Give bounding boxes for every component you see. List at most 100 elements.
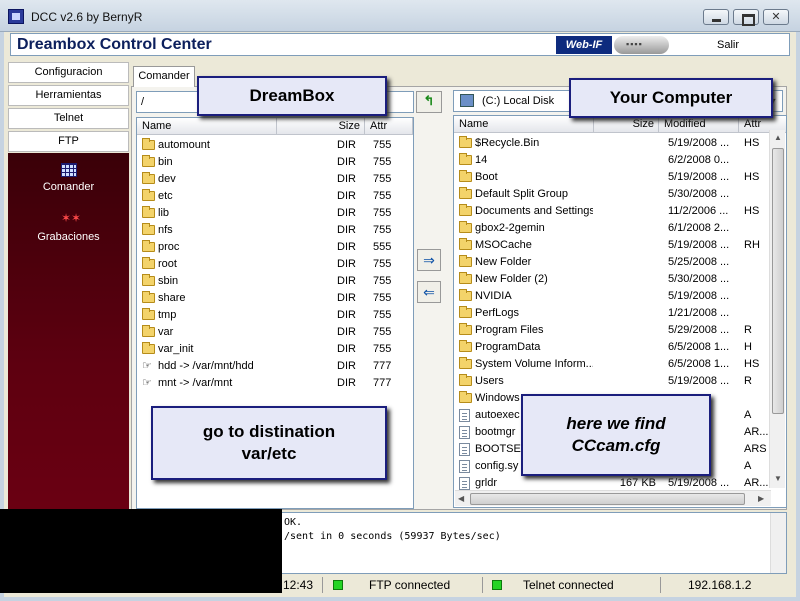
file-row[interactable]: lib DIR 755 [137, 205, 413, 222]
horizontal-scroll-thumb[interactable] [470, 493, 745, 505]
cell-size: DIR [337, 343, 356, 355]
file-row[interactable]: Program Files 5/29/2008 ... R [454, 322, 786, 339]
column-header-name[interactable]: Name [454, 116, 594, 133]
cell-attr: 755 [373, 326, 392, 338]
window-title: DCC v2.6 by BernyR [31, 10, 143, 24]
menu-telnet[interactable]: Telnet [8, 108, 129, 129]
cell-modified: 5/19/2008 ... [668, 375, 730, 387]
scroll-down-icon[interactable]: ▼ [774, 474, 782, 483]
menu-configuracion[interactable]: Configuracion [8, 62, 129, 83]
column-header-name[interactable]: Name [137, 118, 277, 135]
webif-button[interactable]: Web-IF [556, 36, 612, 54]
file-row[interactable]: New Folder (2) 5/30/2008 ... [454, 271, 786, 288]
remote-path: / [141, 96, 145, 108]
vertical-scroll-thumb[interactable] [772, 148, 784, 414]
cell-modified: 5/25/2008 ... [668, 256, 730, 268]
nav-comander[interactable]: Comander [8, 181, 129, 193]
file-row[interactable]: Boot 5/19/2008 ... HS [454, 169, 786, 186]
drive-label: (C:) Local Disk [482, 95, 555, 107]
cell-attr: 755 [373, 292, 392, 304]
file-row[interactable]: Default Split Group 5/30/2008 ... [454, 186, 786, 203]
menu-ftp[interactable]: FTP [8, 131, 129, 152]
file-row[interactable]: proc DIR 555 [137, 239, 413, 256]
column-header-modified[interactable]: Modified [659, 116, 739, 133]
cell-name: lib [158, 207, 170, 219]
cell-attr: 755 [373, 275, 392, 287]
cell-name: mnt -> /var/mnt [158, 377, 233, 389]
file-row[interactable]: var DIR 755 [137, 324, 413, 341]
cell-size: DIR [337, 309, 356, 321]
exit-button[interactable]: Salir [717, 39, 739, 51]
file-row[interactable]: ProgramData 6/5/2008 1... H [454, 339, 786, 356]
copy-to-dreambox-button[interactable]: ⇐ [417, 281, 441, 303]
menu-herramientas[interactable]: Herramientas [8, 85, 129, 106]
telnet-status-led [492, 580, 502, 590]
file-row[interactable]: nfs DIR 755 [137, 222, 413, 239]
file-row[interactable]: sbin DIR 755 [137, 273, 413, 290]
parent-directory-button[interactable]: ↰ [416, 91, 442, 113]
cell-name: hdd -> /var/mnt/hdd [158, 360, 254, 372]
cell-name: tmp [158, 309, 177, 321]
cell-name: var_init [158, 343, 194, 355]
folder-icon [142, 206, 155, 218]
file-row[interactable]: 14 6/2/2008 0... [454, 152, 786, 169]
file-row[interactable]: MSOCache 5/19/2008 ... RH [454, 237, 786, 254]
close-button[interactable] [763, 9, 789, 25]
cell-attr: 755 [373, 309, 392, 321]
table-icon[interactable] [61, 163, 77, 177]
scroll-up-icon[interactable]: ▲ [774, 133, 782, 142]
file-row[interactable]: ☞ mnt -> /var/mnt DIR 777 [137, 375, 413, 392]
file-row[interactable]: var_init DIR 755 [137, 341, 413, 358]
file-row[interactable]: etc DIR 755 [137, 188, 413, 205]
file-row[interactable]: New Folder 5/25/2008 ... [454, 254, 786, 271]
scroll-right-icon[interactable]: ▶ [758, 494, 764, 503]
folder-icon [459, 357, 472, 369]
callout-your-computer: Your Computer [569, 78, 773, 118]
column-header-size[interactable]: Size [594, 116, 659, 133]
file-row[interactable]: dev DIR 755 [137, 171, 413, 188]
copy-to-computer-button[interactable]: ⇒ [417, 249, 441, 271]
nav-grabaciones[interactable]: Grabaciones [8, 231, 129, 243]
app-title: Dreambox Control Center [17, 36, 212, 53]
file-row[interactable]: Users 5/19/2008 ... R [454, 373, 786, 390]
vertical-scrollbar[interactable]: ▲ ▼ [769, 130, 785, 488]
file-row[interactable]: root DIR 755 [137, 256, 413, 273]
cell-size: DIR [337, 326, 356, 338]
symlink-icon: ☞ [142, 360, 152, 372]
status-ftp: FTP connected [369, 578, 451, 592]
file-row[interactable]: share DIR 755 [137, 290, 413, 307]
status-divider [322, 577, 323, 593]
file-row[interactable]: $Recycle.Bin 5/19/2008 ... HS [454, 135, 786, 152]
file-row[interactable]: tmp DIR 755 [137, 307, 413, 324]
folder-icon [459, 289, 472, 301]
log-scrollbar[interactable] [770, 513, 786, 573]
scroll-left-icon[interactable]: ◀ [458, 494, 464, 503]
cell-modified: 5/30/2008 ... [668, 273, 730, 285]
remote-control-icon[interactable] [614, 36, 669, 54]
file-row[interactable]: gbox2-2gemin 6/1/2008 2... [454, 220, 786, 237]
record-icon[interactable]: ✶✶ [61, 211, 81, 225]
cell-size: DIR [337, 207, 356, 219]
cell-name: share [158, 292, 186, 304]
file-row[interactable]: System Volume Inform... 6/5/2008 1... HS [454, 356, 786, 373]
cell-name: var [158, 326, 174, 338]
folder-icon [142, 325, 155, 337]
file-row[interactable]: bin DIR 755 [137, 154, 413, 171]
folder-icon [459, 255, 472, 267]
file-row[interactable]: automount DIR 755 [137, 137, 413, 154]
cell-size: DIR [337, 258, 356, 270]
cell-size: DIR [337, 360, 356, 372]
file-row[interactable]: PerfLogs 1/21/2008 ... [454, 305, 786, 322]
file-row[interactable]: NVIDIA 5/19/2008 ... [454, 288, 786, 305]
minimize-button[interactable] [703, 9, 729, 25]
cell-modified: 6/5/2008 1... [668, 358, 730, 370]
maximize-button[interactable] [733, 9, 759, 26]
column-header-size[interactable]: Size [277, 118, 365, 135]
log-line: OK. [284, 517, 303, 528]
file-row[interactable]: Documents and Settings 11/2/2006 ... HS [454, 203, 786, 220]
file-row[interactable]: ☞ hdd -> /var/mnt/hdd DIR 777 [137, 358, 413, 375]
file-icon [459, 460, 470, 473]
column-header-attr[interactable]: Attr [365, 118, 413, 135]
horizontal-scrollbar[interactable]: ◀ ▶ [455, 490, 771, 506]
tab-comander[interactable]: Comander [133, 66, 195, 87]
